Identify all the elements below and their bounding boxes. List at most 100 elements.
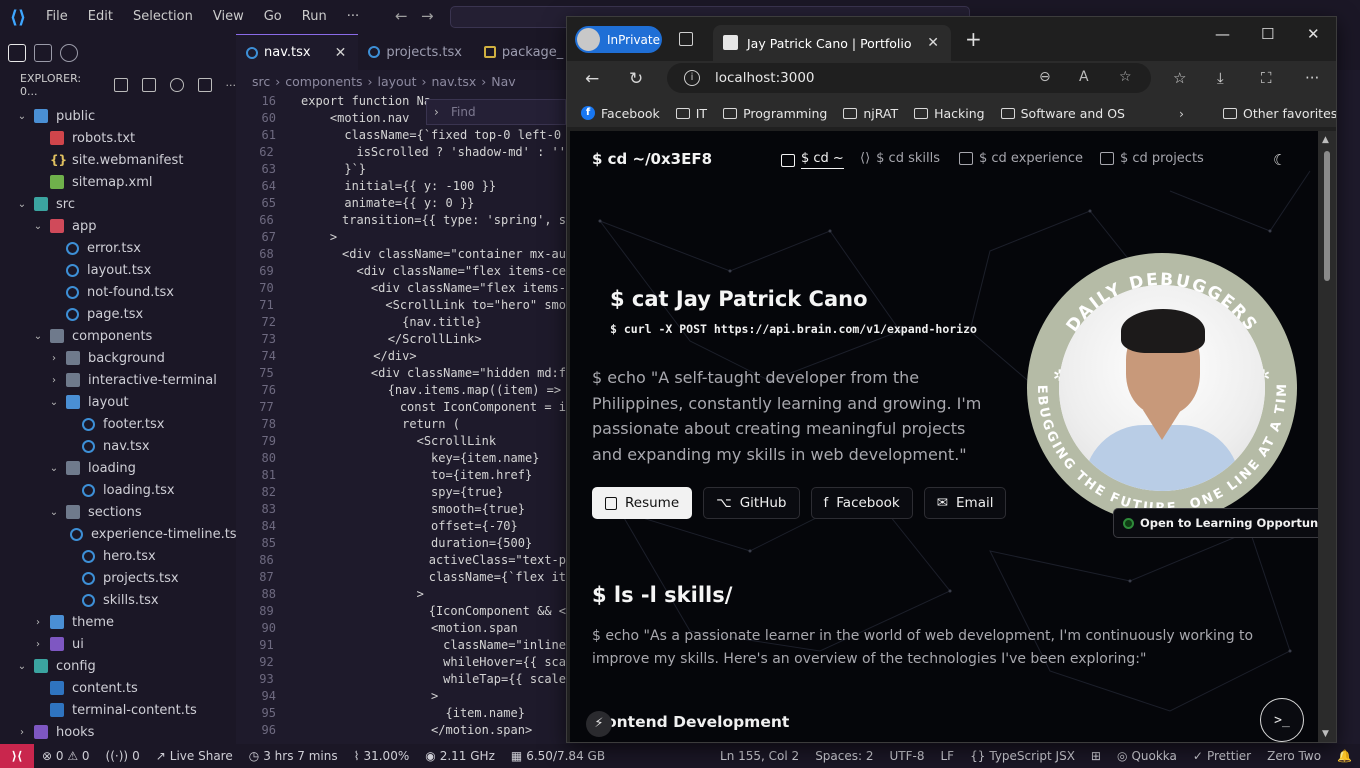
tree-folder-item[interactable]: › hooks [0,721,236,743]
code-line[interactable]: 67 > [236,228,566,245]
menu-edit[interactable]: Edit [78,0,123,34]
read-aloud-icon[interactable]: A [1079,69,1089,85]
code-line[interactable]: 64 initial={{ y: -100 }} [236,177,566,194]
code-line[interactable]: 93 whileTap={{ scale [236,670,566,687]
remote-indicator[interactable]: ⟩⟨ [0,744,34,768]
bookmark-folder-njrat[interactable]: njRAT [835,106,906,121]
scroll-down-icon[interactable]: ▼ [1322,729,1329,739]
live-share-status[interactable]: ↗ Live Share [148,749,241,763]
nav-skills-link[interactable]: ⟨⟩ $ cd skills [860,151,940,166]
zoom-icon[interactable]: ⊖ [1039,69,1051,85]
more-actions-icon[interactable]: ··· [226,79,237,92]
bookmark-folder-software[interactable]: Software and OS [993,106,1133,121]
tree-file-item[interactable]: {} site.webmanifest [0,149,236,171]
portfolio-logo[interactable]: $ cd ~/0x3EF8 [592,150,712,168]
nav-projects-link[interactable]: $ cd projects [1100,151,1204,166]
find-widget[interactable]: › Find [426,99,566,125]
tree-folder-item[interactable]: › background [0,347,236,369]
scroll-up-icon[interactable]: ▲ [1322,135,1329,145]
frequency-status[interactable]: ◉ 2.11 GHz [417,749,503,763]
memory-status[interactable]: ▦ 6.50/7.84 GB [503,749,613,763]
terminal-button[interactable]: >_ [1260,698,1304,742]
email-button[interactable]: ✉ Email [923,487,1007,519]
address-bar[interactable]: i localhost:3000 ⊖ A ☆ [667,63,1151,93]
tab-projects-tsx[interactable]: projects.tsx [358,34,474,70]
tree-folder-item[interactable]: ⌄ config [0,655,236,677]
back-arrow-icon[interactable]: ← [395,7,408,25]
menu-selection[interactable]: Selection [123,0,203,34]
code-line[interactable]: 68 <div className="container mx-au [236,245,566,262]
code-line[interactable]: 61 className={`fixed top-0 left-0 [236,126,566,143]
share-icon[interactable] [60,44,78,62]
tree-folder-item[interactable]: › interactive-terminal [0,369,236,391]
explorer-icon[interactable] [8,44,26,62]
tree-folder-item[interactable]: ⌄ sections [0,501,236,523]
browser-tab-portfolio[interactable]: Jay Patrick Cano | Portfolio ✕ [713,25,951,61]
theme-toggle-moon-icon[interactable]: ☾ [1273,151,1286,169]
menu-file[interactable]: File [36,0,78,34]
find-input[interactable]: Find [451,105,476,119]
tree-file-item[interactable]: terminal-content.ts [0,699,236,721]
breadcrumb-item[interactable]: components [285,74,362,89]
prettier-status[interactable]: ✓ Prettier [1185,749,1259,763]
code-line[interactable]: 79 <ScrollLink [236,432,566,449]
menu-view[interactable]: View [203,0,254,34]
indentation[interactable]: Spaces: 2 [807,749,881,763]
github-button[interactable]: ⌥ GitHub [703,487,800,519]
tab-actions-icon[interactable] [679,32,693,46]
code-line[interactable]: 75 <div className="hidden md:f [236,364,566,381]
page-scrollbar[interactable]: ▲ ▼ [1318,131,1336,742]
menu-more-button[interactable]: ··· [337,0,369,34]
code-line[interactable]: 66 transition={{ type: 'spring', s [236,211,566,228]
scrollbar-thumb[interactable] [1324,151,1330,281]
code-line[interactable]: 96 </motion.span> [236,721,566,738]
nav-experience-link[interactable]: $ cd experience [959,151,1083,166]
forward-arrow-icon[interactable]: → [421,7,434,25]
resume-button[interactable]: Resume [592,487,693,519]
chevron-right-icon[interactable]: › [434,105,439,119]
tree-folder-item[interactable]: › ui [0,633,236,655]
code-line[interactable]: 76 {nav.items.map((item) => [236,381,566,398]
encoding[interactable]: UTF-8 [882,749,933,763]
code-line[interactable]: 70 <div className="flex items- [236,279,566,296]
code-line[interactable]: 77 const IconComponent = i [236,398,566,415]
quokka-status[interactable]: ◎ Quokka [1109,749,1185,763]
tree-folder-item[interactable]: ⌄ public [0,105,236,127]
copilot-icon[interactable]: ⊞ [1083,749,1109,763]
bookmark-folder-programming[interactable]: Programming [715,106,835,121]
other-favorites[interactable]: Other favorites [1215,106,1336,121]
tree-file-item[interactable]: page.tsx [0,303,236,325]
time-tracker-status[interactable]: ◷ 3 hrs 7 mins [241,749,346,763]
inprivate-button[interactable]: InPrivate [575,26,662,53]
code-line[interactable]: 71 <ScrollLink to="hero" smo [236,296,566,313]
tree-file-item[interactable]: not-found.tsx [0,281,236,303]
code-line[interactable]: 87 className={`flex it [236,568,566,585]
notifications-bell-icon[interactable]: 🔔 [1329,749,1360,763]
menu-run[interactable]: Run [292,0,337,34]
code-line[interactable]: 73 </ScrollLink> [236,330,566,347]
tree-folder-item[interactable]: ⌄ src [0,193,236,215]
favorite-star-icon[interactable]: ☆ [1119,69,1132,85]
tab-package[interactable]: package_ [474,34,575,70]
menu-go[interactable]: Go [254,0,292,34]
code-line[interactable]: 89 {IconComponent && < [236,602,566,619]
settings-more-icon[interactable]: ··· [1305,69,1319,87]
refresh-icon[interactable]: ↻ [629,69,643,89]
collapse-all-icon[interactable] [197,78,212,92]
code-line[interactable]: 85 duration={500} [236,534,566,551]
new-folder-icon[interactable] [142,78,156,92]
tree-file-item[interactable]: layout.tsx [0,259,236,281]
breadcrumb-item[interactable]: Nav [491,74,515,89]
tree-file-item[interactable]: loading.tsx [0,479,236,501]
close-window-icon[interactable]: ✕ [1307,25,1320,43]
code-line[interactable]: 95 {item.name} [236,704,566,721]
code-line[interactable]: 90 <motion.span [236,619,566,636]
site-info-icon[interactable]: i [684,70,700,86]
cpu-status[interactable]: ⌇ 31.00% [346,749,418,763]
tree-file-item[interactable]: experience-timeline.tsx [0,523,244,545]
code-line[interactable]: 65 animate={{ y: 0 }} [236,194,566,211]
code-line[interactable]: 69 <div className="flex items-ce [236,262,566,279]
code-line[interactable]: 86 activeClass="text-p [236,551,566,568]
back-icon[interactable]: ← [585,69,599,89]
ports-status[interactable]: ((·)) 0 [98,749,148,763]
